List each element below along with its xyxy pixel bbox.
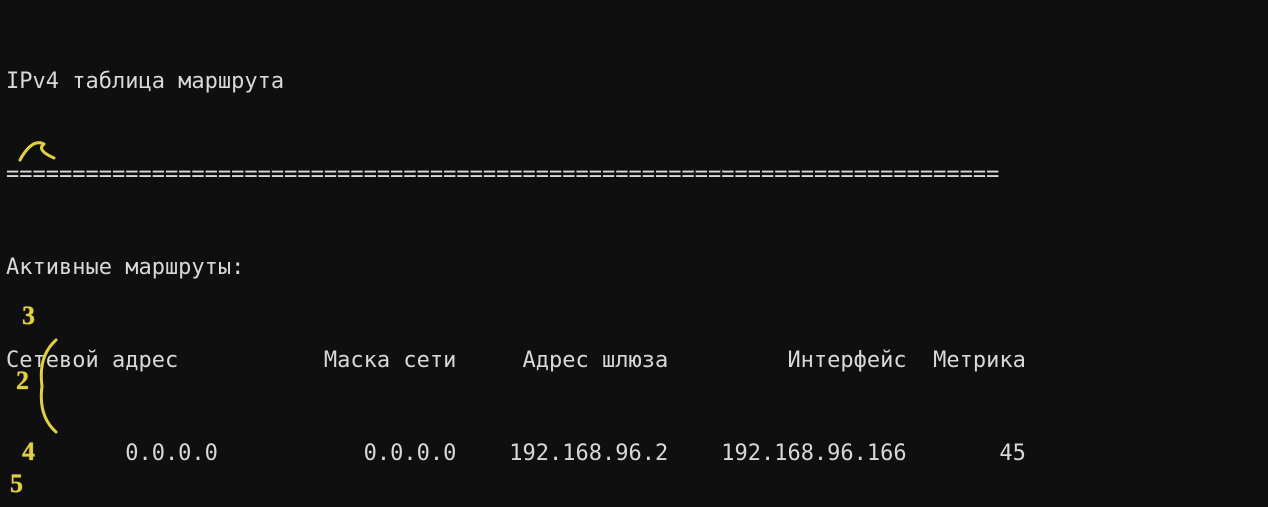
cell-interface: 192.168.96.166 [668, 438, 906, 469]
header-network: Сетевой адрес [6, 345, 218, 376]
header-metric: Метрика [907, 345, 1026, 376]
column-headers: Сетевой адресМаска сетиАдрес шлюзаИнтерф… [6, 345, 1262, 376]
terminal-output: IPv4 таблица маршрута ==================… [0, 0, 1268, 507]
header-mask: Маска сети [218, 345, 456, 376]
table-row: 0.0.0.00.0.0.0192.168.96.2192.168.96.166… [6, 438, 1262, 469]
header-interface: Интерфейс [668, 345, 906, 376]
separator-line: ========================================… [6, 159, 1262, 190]
header-gateway: Адрес шлюза [456, 345, 668, 376]
cell-mask: 0.0.0.0 [218, 438, 456, 469]
route-table-title: IPv4 таблица маршрута [6, 66, 1262, 97]
cell-metric: 45 [907, 438, 1026, 469]
active-routes-label: Активные маршруты: [6, 252, 1262, 283]
cell-network: 0.0.0.0 [6, 438, 218, 469]
cell-gateway: 192.168.96.2 [456, 438, 668, 469]
